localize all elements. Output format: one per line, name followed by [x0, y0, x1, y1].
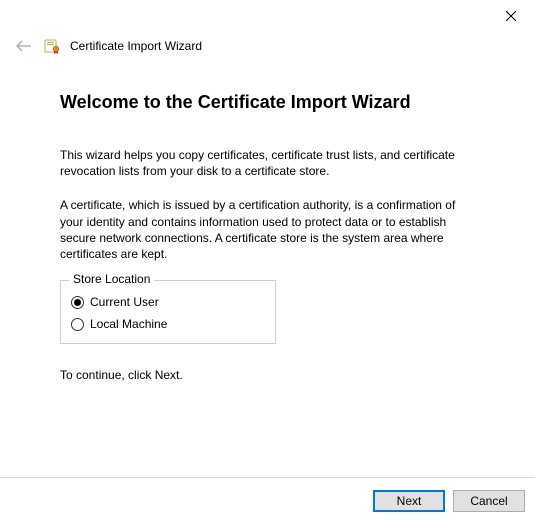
close-icon	[506, 11, 516, 21]
cancel-button[interactable]: Cancel	[453, 490, 525, 512]
intro-paragraph-2: A certificate, which is issued by a cert…	[60, 197, 479, 262]
next-button[interactable]: Next	[373, 490, 445, 512]
radio-local-machine[interactable]: Local Machine	[71, 317, 265, 331]
back-arrow-icon	[16, 39, 32, 53]
continue-text: To continue, click Next.	[60, 368, 479, 382]
radio-current-user[interactable]: Current User	[71, 295, 265, 309]
intro-paragraph-1: This wizard helps you copy certificates,…	[60, 147, 479, 179]
radio-icon	[71, 296, 84, 309]
content-area: Welcome to the Certificate Import Wizard…	[0, 56, 535, 382]
store-location-group: Store Location Current User Local Machin…	[60, 280, 276, 344]
radio-icon	[71, 318, 84, 331]
welcome-heading: Welcome to the Certificate Import Wizard	[60, 92, 479, 113]
close-button[interactable]	[497, 6, 525, 26]
radio-label-local-machine: Local Machine	[90, 317, 167, 331]
titlebar	[0, 0, 535, 30]
header-row: Certificate Import Wizard	[0, 30, 535, 56]
radio-label-current-user: Current User	[90, 295, 159, 309]
wizard-title: Certificate Import Wizard	[70, 39, 202, 53]
store-location-legend: Store Location	[69, 272, 154, 286]
back-button[interactable]	[14, 36, 34, 56]
certificate-icon	[44, 38, 60, 54]
button-bar: Next Cancel	[0, 477, 535, 523]
